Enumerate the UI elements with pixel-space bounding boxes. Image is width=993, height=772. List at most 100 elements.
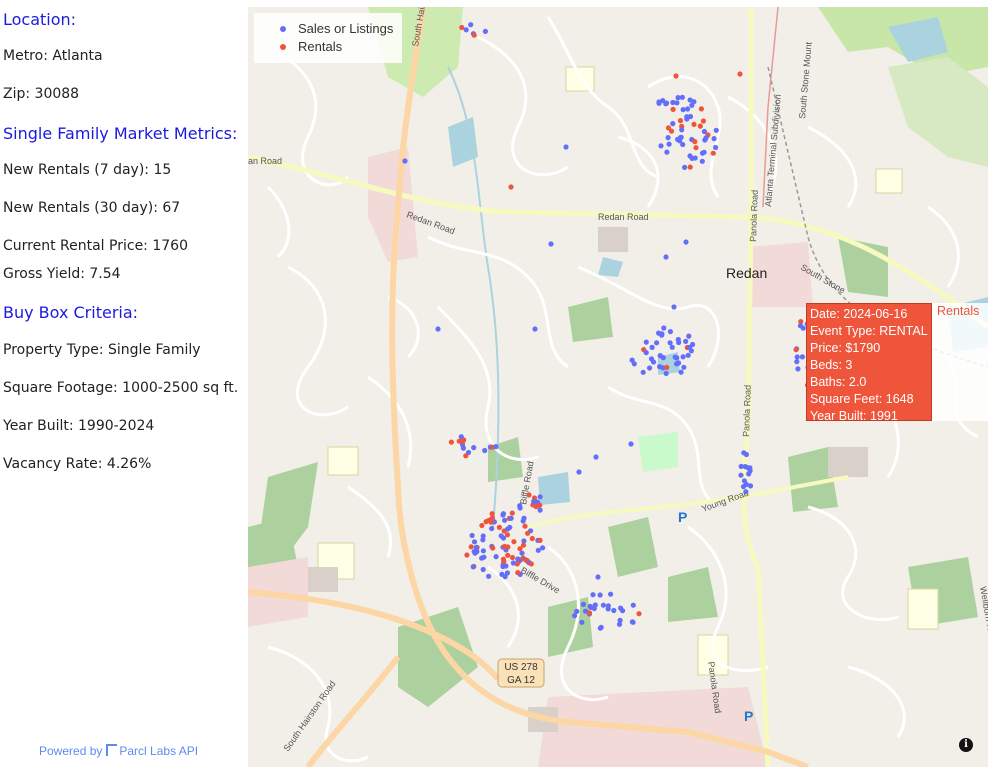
sale-point[interactable] [643,350,649,356]
sale-point[interactable] [683,338,689,344]
rental-point[interactable] [692,139,698,145]
sale-point[interactable] [540,545,546,551]
sale-point[interactable] [631,361,637,367]
sale-point[interactable] [799,354,806,360]
sale-point[interactable] [683,239,689,245]
sale-point[interactable] [686,333,692,339]
sale-point[interactable] [742,464,748,470]
sale-point[interactable] [660,98,666,104]
sale-point[interactable] [598,624,604,630]
sale-point[interactable] [665,135,671,141]
rental-point[interactable] [488,519,494,525]
sale-point[interactable] [794,354,800,360]
sale-point[interactable] [471,445,477,451]
rental-point[interactable] [502,543,508,550]
rental-point[interactable] [529,535,535,542]
sale-point[interactable] [738,472,744,478]
rental-point[interactable] [526,492,532,498]
rental-point[interactable] [479,522,485,529]
sale-point[interactable] [502,517,508,523]
sale-point[interactable] [628,441,634,447]
sale-point[interactable] [576,469,582,475]
sale-point[interactable] [660,355,666,361]
sale-point[interactable] [590,592,596,598]
sale-point[interactable] [480,566,486,573]
sale-point[interactable] [676,339,682,346]
sale-point[interactable] [580,601,586,608]
rental-point[interactable] [509,510,515,516]
rental-point[interactable] [793,347,799,353]
sale-point[interactable] [493,444,499,450]
rental-point[interactable] [710,150,716,156]
rental-point[interactable] [698,106,704,112]
sale-point[interactable] [597,592,603,598]
sale-point[interactable] [458,434,464,440]
sale-point[interactable] [579,619,585,625]
sale-point[interactable] [605,603,611,609]
rental-point[interactable] [668,128,675,134]
sale-point[interactable] [630,619,636,625]
sale-point[interactable] [532,326,538,332]
rental-point[interactable] [691,121,697,127]
sale-point[interactable] [741,478,747,484]
sale-point[interactable] [593,454,599,460]
rental-point[interactable] [483,519,489,525]
sale-point[interactable] [572,613,578,619]
sale-point[interactable] [482,447,488,454]
rental-point[interactable] [501,558,507,564]
sale-point[interactable] [650,359,657,365]
sale-point[interactable] [479,555,485,561]
rental-point[interactable] [508,184,514,190]
rental-point[interactable] [448,439,454,445]
sale-point[interactable] [640,369,646,375]
sale-point[interactable] [664,149,670,155]
sale-point[interactable] [480,548,486,554]
sale-point[interactable] [504,570,510,576]
rental-point[interactable] [537,537,543,544]
sale-point[interactable] [741,450,747,456]
sale-point[interactable] [616,621,623,627]
rental-point[interactable] [673,73,679,79]
sale-point[interactable] [471,539,478,545]
sale-point[interactable] [592,602,598,608]
sale-point[interactable] [797,323,804,329]
rental-point[interactable] [505,552,511,558]
rental-point[interactable] [515,570,521,576]
sale-point[interactable] [743,489,749,495]
sale-point[interactable] [520,518,526,524]
sale-point[interactable] [537,494,543,500]
sale-point[interactable] [649,344,655,350]
sale-point[interactable] [666,141,672,147]
sale-point[interactable] [658,143,664,149]
rental-point[interactable] [471,32,477,38]
sale-point[interactable] [670,121,676,127]
sale-point[interactable] [667,329,673,335]
sale-point[interactable] [685,106,691,112]
sale-point[interactable] [711,136,717,142]
legend-item-sales[interactable]: Sales or Listings [262,20,393,38]
rental-point[interactable] [528,561,534,567]
sale-point[interactable] [468,22,474,28]
rental-point[interactable] [460,439,466,445]
sale-point[interactable] [678,369,684,375]
rental-point[interactable] [664,364,670,370]
sale-point[interactable] [747,483,754,489]
sale-point[interactable] [701,149,707,155]
rental-point[interactable] [525,530,531,536]
rental-point[interactable] [522,523,528,529]
rental-point[interactable] [670,106,676,112]
rental-point[interactable] [586,610,593,616]
sale-point[interactable] [508,515,514,521]
sale-point[interactable] [661,325,667,331]
sale-point[interactable] [647,365,653,371]
rental-point[interactable] [489,511,495,517]
powered-by-footer[interactable]: Powered by Parcl Labs API [39,744,198,758]
sale-point[interactable] [682,164,688,170]
legend-item-rentals[interactable]: Rentals [262,38,342,56]
sale-point[interactable] [548,241,554,247]
sale-point[interactable] [517,505,523,511]
sale-point[interactable] [684,114,690,120]
sale-point[interactable] [537,507,543,513]
sale-point[interactable] [608,591,614,597]
sale-point[interactable] [701,128,707,135]
